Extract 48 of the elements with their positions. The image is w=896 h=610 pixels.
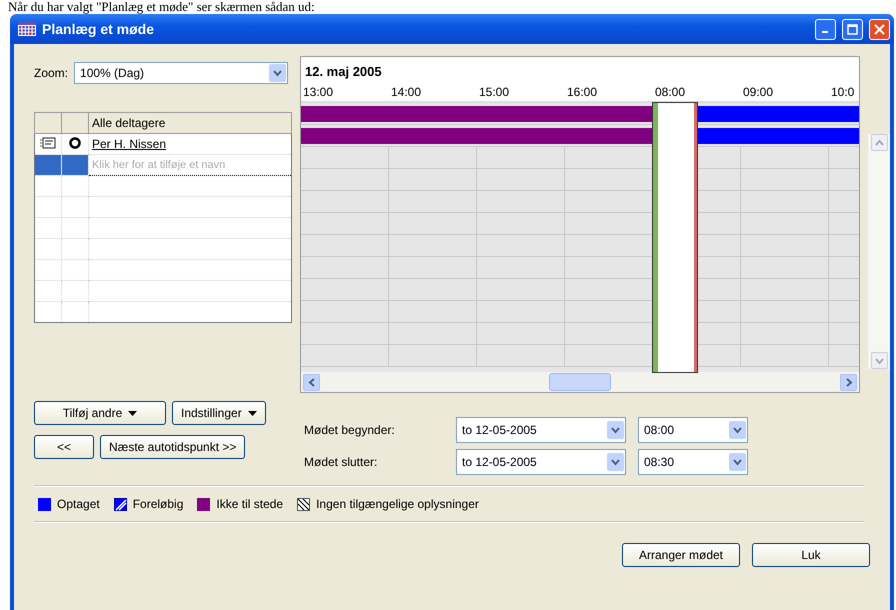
legend-label: Foreløbig [132, 497, 184, 511]
options-button[interactable]: Indstillinger [172, 401, 266, 425]
next-autotime-button[interactable]: Næste autotidspunkt >> [100, 435, 246, 459]
hour-label: 13:00 [302, 85, 334, 99]
hour-label: 09:00 [742, 85, 774, 99]
calendar-icon [18, 22, 36, 36]
start-time-dropdown[interactable]: 08:00 [638, 417, 748, 443]
close-dialog-button[interactable]: Luk [752, 543, 870, 567]
hour-label: 16:00 [566, 85, 598, 99]
horizontal-scrollbar[interactable] [301, 372, 860, 392]
status-swatch-icon [38, 498, 51, 510]
scroll-left-icon[interactable] [303, 374, 320, 390]
scroll-thumb[interactable] [549, 373, 612, 391]
close-icon[interactable] [874, 24, 885, 34]
start-label: Mødet begynder: [304, 423, 396, 437]
previous-button[interactable]: << [34, 435, 94, 459]
envelope-icon[interactable] [40, 136, 56, 148]
hour-label: 15:00 [478, 85, 510, 99]
zoom-dropdown[interactable]: 100% (Dag) [74, 62, 288, 84]
legend-label: Ingen tilgængelige oplysninger [316, 497, 479, 511]
status-swatch-icon [197, 498, 210, 510]
hour-label: 08:00 [654, 85, 686, 99]
column-header[interactable]: Alle deltagere [88, 112, 292, 134]
end-label: Mødet slutter: [304, 455, 378, 469]
no-info-swatch-icon [297, 498, 310, 510]
caret-icon [128, 410, 138, 416]
caret-icon [248, 410, 257, 416]
legend-label: Ikke til stede [216, 497, 284, 511]
start-date-dropdown[interactable]: to 12-05-2005 [456, 417, 626, 443]
add-others-button[interactable]: Tilføj andre [34, 401, 166, 425]
caption-text: Når du har valgt "Planlæg et møde" ser skærmen sådan ud: [7, 0, 316, 14]
window-title: Planlæg et møde [42, 21, 156, 37]
end-time-dropdown[interactable]: 08:30 [638, 449, 748, 475]
close-button[interactable] [869, 18, 890, 40]
scroll-right-icon[interactable] [840, 374, 858, 390]
date-header: 12. maj 2005 [305, 64, 382, 79]
hour-label: 14:00 [390, 85, 422, 99]
attendee-status-icon[interactable] [69, 136, 81, 148]
maximize-icon[interactable] [847, 24, 858, 34]
end-date-dropdown[interactable]: to 12-05-2005 [456, 449, 626, 475]
legend-label: Optaget [57, 497, 100, 511]
tentative-swatch-icon [114, 498, 127, 510]
arrange-meeting-button[interactable]: Arranger mødet [622, 543, 740, 567]
zoom-label: Zoom: [34, 66, 68, 80]
meeting-time-selection[interactable] [653, 103, 697, 372]
maximize-button[interactable] [842, 18, 863, 40]
minimize-button[interactable] [815, 18, 836, 40]
hour-label: 10:0 [830, 85, 856, 99]
